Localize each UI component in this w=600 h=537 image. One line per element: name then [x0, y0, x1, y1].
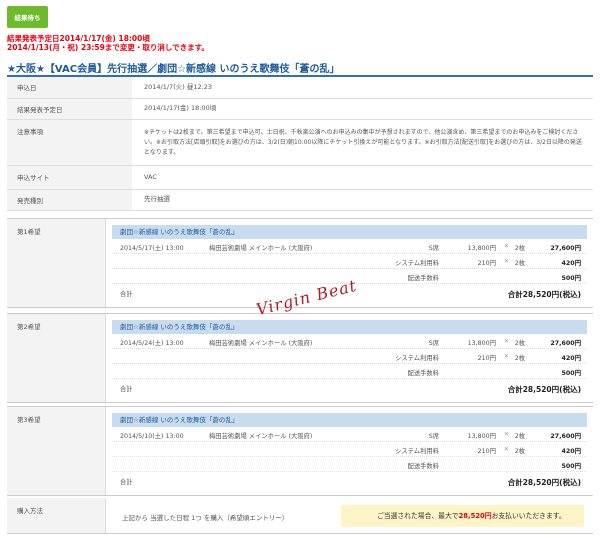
item-name: S席 — [428, 433, 439, 440]
subtotal: 420円 — [561, 260, 581, 267]
subtotal: 420円 — [561, 355, 581, 362]
performance-title[interactable]: 劇団☆新感線 いのうえ歌舞伎「蒼の乱」 — [112, 413, 587, 427]
info-value: 2014/1/7(火) 昼12:23 — [132, 77, 593, 99]
perf-date: 2014/5/24(土) 13:00 — [120, 340, 184, 347]
purchase-note: ご当選された場合、最大で28,520円お支払いいただきます。 — [341, 505, 584, 527]
choice-body: 劇団☆新感線 いのうえ歌舞伎「蒼の乱」 2014/5/10(土) 13:00 梅… — [106, 407, 593, 495]
total-row: 合計 合計28,520円(税込) — [112, 379, 587, 397]
unit-price: 13,800円 — [467, 433, 496, 440]
event-title: ★大阪★【VAC会員】先行抽選／劇団☆新感線 いのうえ歌舞伎「蒼の乱」 — [7, 64, 340, 75]
quantity: 2枚 — [514, 260, 525, 267]
subtotal: 500円 — [561, 463, 581, 470]
note-prefix: ご当選された場合、最大で — [377, 512, 459, 520]
line-item-row: 配送手数料 500円 — [112, 364, 587, 379]
subtotal: 500円 — [561, 275, 581, 282]
subtotal: 27,600円 — [550, 245, 581, 252]
subtotal: 27,600円 — [550, 340, 581, 347]
performance-title[interactable]: 劇団☆新感線 いのうえ歌舞伎「蒼の乱」 — [112, 225, 587, 239]
purchase-method: 購入方法 上記から 当選した日程 1つ を購入（希望順エントリー） ご当選された… — [7, 498, 593, 534]
note-suffix: お支払いいただきます。 — [491, 512, 566, 520]
unit-price: 210円 — [477, 355, 496, 362]
line-item-row: システム利用料 210円 ✕ 2枚 420円 — [112, 442, 587, 457]
info-label: 発売種別 — [7, 189, 132, 211]
choice-3: 第3希望 劇団☆新感線 いのうえ歌舞伎「蒼の乱」 2014/5/10(土) 13… — [7, 406, 593, 496]
line-item-row: 2014/5/17(土) 13:00 梅田芸術劇場 メインホール (大阪府) S… — [112, 239, 587, 254]
info-value: 先行抽選 — [132, 189, 593, 211]
info-label: 結果発表予定日 — [7, 98, 132, 120]
multiply-icon: ✕ — [503, 353, 509, 360]
status-badge[interactable]: 結果待ち — [7, 6, 48, 28]
total-amount: 合計28,520円(税込) — [507, 290, 581, 299]
total-row: 合計 合計28,520円(税込) — [112, 472, 587, 490]
item-name: S席 — [428, 340, 439, 347]
info-value: ※チケットは2枚まで。第三希望まで申込可。土日祝、千秋楽公演へのお申込みの集中が… — [132, 119, 593, 166]
total-label: 合計 — [120, 386, 133, 393]
info-row-result-date: 結果発表予定日 2014/1/17(金) 18:00頃 — [7, 98, 593, 120]
choice-label: 第2希望 — [7, 314, 106, 402]
note-amount: 28,520円 — [458, 512, 492, 520]
choice-2: 第2希望 劇団☆新感線 いのうえ歌舞伎「蒼の乱」 2014/5/24(土) 13… — [7, 313, 593, 403]
unit-price: 210円 — [477, 448, 496, 455]
performance-title[interactable]: 劇団☆新感線 いのうえ歌舞伎「蒼の乱」 — [112, 320, 587, 334]
quantity: 2枚 — [514, 355, 525, 362]
total-label: 合計 — [120, 291, 133, 298]
info-value: VAC — [132, 165, 593, 190]
total-amount: 合計28,520円(税込) — [507, 478, 581, 487]
application-info-table: 申込日 2014/1/7(火) 昼12:23 結果発表予定日 2014/1/17… — [7, 77, 593, 211]
item-name: S席 — [428, 245, 439, 252]
perf-venue: 梅田芸術劇場 メインホール (大阪府) — [209, 245, 313, 252]
info-row-notes: 注意事項 ※チケットは2枚まで。第三希望まで申込可。土日祝、千秋楽公演へのお申込… — [7, 119, 593, 166]
line-item-row: システム利用料 210円 ✕ 2枚 420円 — [112, 349, 587, 364]
info-value: 2014/1/17(金) 18:00頃 — [132, 98, 593, 120]
unit-price: 13,800円 — [467, 340, 496, 347]
line-item-row: 2014/5/10(土) 13:00 梅田芸術劇場 メインホール (大阪府) S… — [112, 427, 587, 442]
choice-label: 第1希望 — [7, 219, 106, 307]
perf-venue: 梅田芸術劇場 メインホール (大阪府) — [209, 340, 313, 347]
info-row-apply-date: 申込日 2014/1/7(火) 昼12:23 — [7, 77, 593, 99]
purchase-label: 購入方法 — [7, 498, 106, 533]
choice-label: 第3希望 — [7, 407, 106, 495]
line-item-row: システム利用料 210円 ✕ 2枚 420円 — [112, 254, 587, 269]
info-label: 申込サイト — [7, 165, 132, 190]
perf-venue: 梅田芸術劇場 メインホール (大阪府) — [209, 433, 313, 440]
total-label: 合計 — [120, 479, 133, 486]
multiply-icon: ✕ — [503, 338, 509, 345]
quantity: 2枚 — [514, 448, 525, 455]
info-label: 申込日 — [7, 77, 132, 99]
item-name: 配送手数料 — [407, 370, 439, 377]
multiply-icon: ✕ — [503, 243, 509, 250]
multiply-icon: ✕ — [503, 446, 509, 453]
quantity: 2枚 — [514, 433, 525, 440]
unit-price: 13,800円 — [467, 245, 496, 252]
choice-body: 劇団☆新感線 いのうえ歌舞伎「蒼の乱」 2014/5/24(土) 13:00 梅… — [106, 314, 593, 402]
result-notice: 結果発表予定日2014/1/17(金) 18:00頃 2014/1/13(月・祝… — [7, 34, 209, 52]
notice-line-1: 結果発表予定日2014/1/17(金) 18:00頃 — [7, 34, 150, 43]
quantity: 2枚 — [514, 245, 525, 252]
quantity: 2枚 — [514, 340, 525, 347]
item-name: システム利用料 — [395, 355, 439, 362]
perf-date: 2014/5/17(土) 13:00 — [120, 245, 184, 252]
multiply-icon: ✕ — [503, 258, 509, 265]
info-row-sale-type: 発売種別 先行抽選 — [7, 189, 593, 211]
subtotal: 420円 — [561, 448, 581, 455]
item-name: 配送手数料 — [407, 463, 439, 470]
purchase-text: 上記から 当選した日程 1つ を購入（希望順エントリー） — [122, 514, 289, 522]
total-amount: 合計28,520円(税込) — [507, 385, 581, 394]
item-name: システム利用料 — [395, 448, 439, 455]
perf-date: 2014/5/10(土) 13:00 — [120, 433, 184, 440]
item-name: 配送手数料 — [407, 275, 439, 282]
notice-line-2: 2014/1/13(月・祝) 23:59まで変更・取り消しできます。 — [7, 43, 209, 52]
multiply-icon: ✕ — [503, 431, 509, 438]
line-item-row: 2014/5/24(土) 13:00 梅田芸術劇場 メインホール (大阪府) S… — [112, 334, 587, 349]
unit-price: 210円 — [477, 260, 496, 267]
subtotal: 500円 — [561, 370, 581, 377]
subtotal: 27,600円 — [550, 433, 581, 440]
info-label: 注意事項 — [7, 119, 132, 166]
line-item-row: 配送手数料 500円 — [112, 457, 587, 472]
item-name: システム利用料 — [395, 260, 439, 267]
info-row-site: 申込サイト VAC — [7, 165, 593, 190]
